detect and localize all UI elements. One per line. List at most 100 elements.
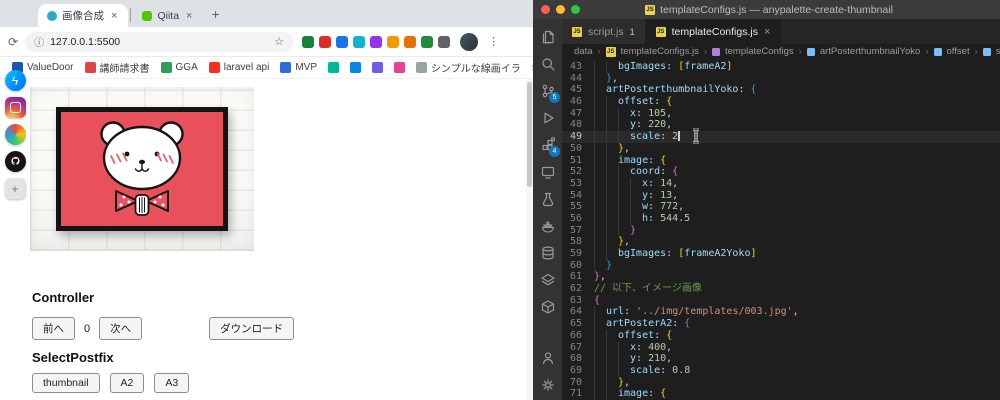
extension-icon[interactable] xyxy=(353,35,366,48)
bookmark-item[interactable]: シンプルな線画イラ xyxy=(416,60,521,75)
line-number: 49 xyxy=(569,131,582,143)
run-debug-icon[interactable] xyxy=(533,104,562,131)
site-info-icon[interactable]: ⓘ xyxy=(34,34,44,49)
container-icon[interactable] xyxy=(533,293,562,320)
tab-close-icon[interactable]: × xyxy=(109,10,119,22)
tab-templateconfigs-js[interactable]: JS templateConfigs.js × xyxy=(645,19,782,44)
bookmark-item[interactable] xyxy=(350,62,362,73)
code-line-67[interactable]: 67 x: 400, xyxy=(562,341,1000,354)
code-line-69[interactable]: 69 scale: 0.8 xyxy=(562,364,1000,377)
bookmark-item[interactable]: GGA xyxy=(160,62,198,73)
browser-menu-icon[interactable]: ⋮ xyxy=(488,35,499,48)
database-icon[interactable] xyxy=(533,239,562,266)
browser-tab-active[interactable]: 画像合成 × xyxy=(38,4,129,27)
messenger-icon[interactable]: ϟ xyxy=(4,70,26,91)
extension-icon[interactable] xyxy=(319,35,332,48)
bookmark-item[interactable] xyxy=(372,62,384,73)
mission-control-icon[interactable] xyxy=(4,124,26,145)
code-line-51[interactable]: 51 image: { xyxy=(562,154,1000,167)
extensions-icon[interactable]: 4 xyxy=(533,131,562,158)
next-button[interactable]: 次へ xyxy=(99,317,143,340)
breadcrumb-item[interactable]: templateConfigs.js xyxy=(621,46,699,57)
postfix-button-a2[interactable]: A2 xyxy=(109,373,145,393)
code-line-55[interactable]: 55 w: 772, xyxy=(562,201,1000,213)
close-window-button[interactable] xyxy=(541,5,550,14)
code-line-68[interactable]: 68 y: 210, xyxy=(562,353,1000,365)
code-line-45[interactable]: 45 artPosterthumbnailYoko: { xyxy=(562,84,1000,97)
new-tab-button[interactable]: + xyxy=(211,6,219,22)
tab-close-icon[interactable]: × xyxy=(184,10,194,22)
bookmark-item[interactable]: laravel api xyxy=(208,62,269,73)
code-line-56[interactable]: 56 h: 544.5 xyxy=(562,212,1000,225)
bookmark-item[interactable]: MVP xyxy=(280,62,317,73)
extension-icon[interactable] xyxy=(370,35,383,48)
postfix-button-thumbnail[interactable]: thumbnail xyxy=(32,373,100,393)
minimize-window-button[interactable] xyxy=(556,5,565,14)
instagram-icon[interactable] xyxy=(4,97,26,118)
code-token: 105 xyxy=(648,107,667,119)
add-app-icon[interactable]: + xyxy=(4,178,26,199)
code-line-61[interactable]: 61}, xyxy=(562,271,1000,283)
code-line-64[interactable]: 64 url: '../img/templates/003.jpg', xyxy=(562,306,1000,319)
browser-tab-qiita[interactable]: Qiita × xyxy=(133,4,203,27)
code-line-52[interactable]: 52 coord: { xyxy=(562,166,1000,178)
code-line-59[interactable]: 59 bgImages: [frameA2Yoko] xyxy=(562,248,1000,260)
breadcrumb-item[interactable]: scale xyxy=(996,46,1000,57)
code-line-58[interactable]: 58}, xyxy=(562,236,1000,248)
postfix-button-a3[interactable]: A3 xyxy=(154,373,190,393)
breadcrumb-item[interactable]: offset xyxy=(947,46,970,57)
code-line-60[interactable]: 60} xyxy=(562,259,1000,272)
code-line-48[interactable]: 48 y: 220, xyxy=(562,119,1000,132)
code-editor[interactable]: 43 bgImages: [frameA2] 44}, 45 artPosterthum… xyxy=(562,59,1000,400)
layers-icon[interactable] xyxy=(533,266,562,293)
extension-icon[interactable] xyxy=(421,35,434,48)
maximize-window-button[interactable] xyxy=(571,5,580,14)
code-token: '../img/templates/003.jpg' xyxy=(636,306,793,318)
code-line-71[interactable]: 71 image: { xyxy=(562,388,1000,400)
accounts-icon[interactable] xyxy=(533,344,562,371)
code-line-63[interactable]: 63 { xyxy=(562,295,1000,307)
code-line-44[interactable]: 44}, xyxy=(562,72,1000,85)
download-button[interactable]: ダウンロード xyxy=(209,317,295,340)
bookmark-item[interactable]: 講師請求書 xyxy=(84,60,150,75)
tab-close-icon[interactable]: × xyxy=(764,26,770,38)
code-line-70[interactable]: 70}, xyxy=(562,376,1000,389)
bookmark-item[interactable] xyxy=(328,62,340,73)
breadcrumb-item[interactable]: data xyxy=(574,46,593,57)
code-line-57[interactable]: 57} xyxy=(562,224,1000,237)
code-line-54[interactable]: 54 y: 13, xyxy=(562,189,1000,202)
extension-icon[interactable] xyxy=(387,35,400,48)
extension-icon[interactable] xyxy=(438,35,451,48)
bookmark-star-icon[interactable]: ☆ xyxy=(274,35,284,48)
prev-button[interactable]: 前へ xyxy=(32,317,75,340)
source-control-icon[interactable]: 5 xyxy=(533,77,562,104)
code-line-49[interactable]: 49 scale: 2 xyxy=(562,131,1000,143)
extension-icon[interactable] xyxy=(336,35,349,48)
bookmark-item[interactable] xyxy=(394,62,406,73)
code-line-47[interactable]: 47 x: 105, xyxy=(562,107,1000,120)
tab-script-js[interactable]: JS script.js 1 xyxy=(562,19,646,44)
url-bar[interactable]: ⓘ 127.0.0.1:5500 ☆ xyxy=(25,31,294,52)
code-line-66[interactable]: 66 offset: { xyxy=(562,329,1000,342)
code-line-53[interactable]: 53 x: 14, xyxy=(562,177,1000,190)
extension-icon[interactable] xyxy=(404,35,417,48)
code-line-62[interactable]: 62 // 以下、イメージ画像 xyxy=(562,283,1000,295)
code-line-50[interactable]: 50}, xyxy=(562,142,1000,155)
reload-icon[interactable]: ⟳ xyxy=(8,35,18,49)
breadcrumb-item[interactable]: templateConfigs xyxy=(725,46,794,57)
code-line-65[interactable]: 65 artPosterA2: { xyxy=(562,318,1000,330)
github-icon[interactable] xyxy=(4,151,26,172)
search-icon[interactable] xyxy=(533,50,562,77)
docker-icon[interactable] xyxy=(533,212,562,239)
code-line-43[interactable]: 43 bgImages: [frameA2] xyxy=(562,61,1000,73)
breadcrumb-item[interactable]: artPosterthumbnailYoko xyxy=(820,46,921,57)
extension-icon[interactable] xyxy=(302,35,315,48)
remote-explorer-icon[interactable] xyxy=(533,158,562,185)
page-scrollbar[interactable] xyxy=(526,79,533,400)
code-line-46[interactable]: 46 offset: { xyxy=(562,96,1000,108)
settings-gear-icon[interactable] xyxy=(533,371,562,398)
testing-icon[interactable] xyxy=(533,185,562,212)
explorer-icon[interactable] xyxy=(533,23,562,50)
scrollbar-thumb[interactable] xyxy=(527,82,532,187)
profile-avatar[interactable] xyxy=(460,32,479,51)
